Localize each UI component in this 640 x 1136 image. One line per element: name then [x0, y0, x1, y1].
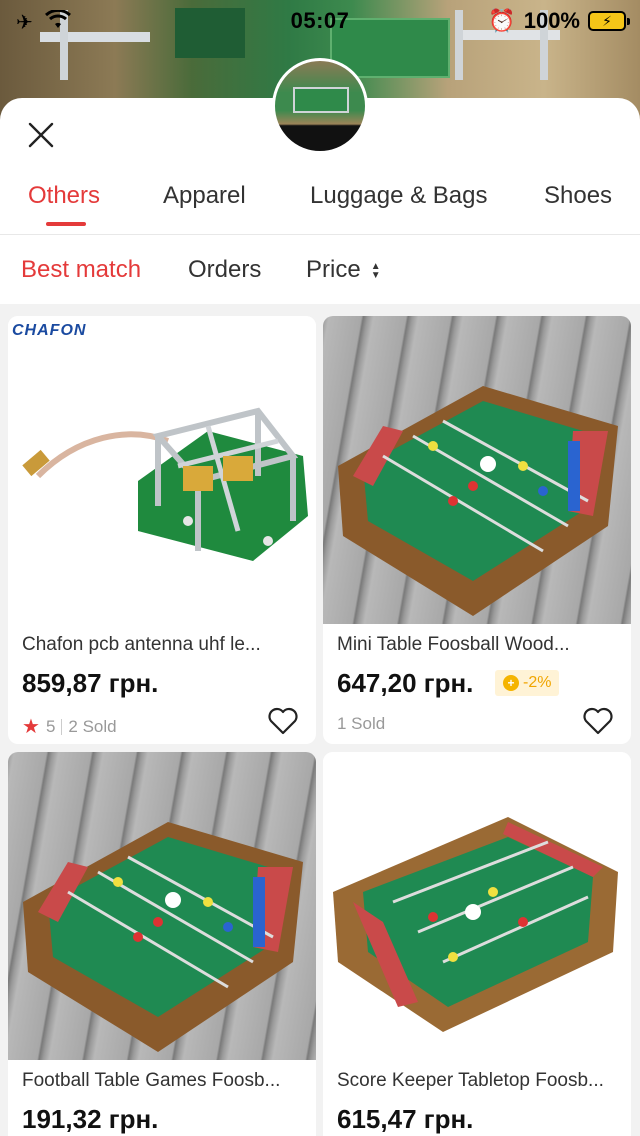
discount-value: -2% — [523, 674, 552, 691]
battery-icon: ⚡ — [588, 11, 630, 31]
product-image: CHAFON — [8, 316, 316, 624]
product-title: Score Keeper Tabletop Foosb... — [337, 1070, 604, 1091]
product-card[interactable]: Score Keeper Tabletop Foosb... 615,47 гр… — [323, 752, 631, 1136]
product-image — [323, 316, 631, 624]
discount-badge: + -2% — [495, 670, 560, 696]
sort-price-label: Price — [306, 256, 361, 283]
heart-icon[interactable] — [581, 704, 615, 738]
sort-orders[interactable]: Orders — [188, 256, 261, 284]
product-card[interactable]: CHAFON Chafon pcb antenna uhf le... 859,… — [8, 316, 316, 744]
product-image — [323, 752, 631, 1060]
tab-shoes[interactable]: Shoes — [544, 182, 612, 210]
category-tabs: Others Apparel Luggage & Bags Shoes — [0, 176, 640, 234]
battery-percent: 100% — [523, 8, 580, 33]
product-sold: 1 Sold — [337, 714, 386, 733]
heart-icon[interactable] — [266, 704, 300, 738]
close-icon — [28, 122, 54, 148]
product-sold: 2 Sold — [68, 716, 117, 736]
product-card[interactable]: Mini Table Foosball Wood... 647,20 грн. … — [323, 316, 631, 744]
brand-logo: CHAFON — [12, 322, 87, 339]
product-image — [8, 752, 316, 1060]
tab-others[interactable]: Others — [28, 182, 100, 210]
tab-luggage-bags[interactable]: Luggage & Bags — [310, 182, 487, 210]
sort-price[interactable]: Price ▲ ▼ — [306, 256, 381, 284]
product-price: 647,20 грн. — [337, 668, 474, 698]
separator — [61, 718, 63, 735]
product-title: Mini Table Foosball Wood... — [337, 634, 570, 655]
search-image-thumbnail[interactable] — [272, 58, 368, 154]
coin-icon: + — [503, 675, 519, 691]
product-price: 615,47 грн. — [337, 1104, 474, 1134]
product-title: Chafon pcb antenna uhf le... — [22, 634, 261, 655]
divider — [0, 234, 640, 235]
product-meta: ★ 5 2 Sold — [22, 714, 117, 739]
product-price: 859,87 грн. — [22, 668, 159, 698]
active-tab-indicator — [46, 222, 86, 226]
sort-arrows-icon: ▲ ▼ — [370, 260, 381, 281]
sort-best-match[interactable]: Best match — [21, 256, 141, 284]
alarm-icon: ⏰ — [488, 8, 516, 33]
star-icon: ★ — [22, 716, 40, 738]
product-price: 191,32 грн. — [22, 1104, 159, 1134]
product-title: Football Table Games Foosb... — [22, 1070, 281, 1091]
close-button[interactable] — [24, 118, 58, 152]
status-bar: ✈ 05:07 ⏰ 100% ⚡ — [0, 0, 640, 42]
product-card[interactable]: Football Table Games Foosb... 191,32 грн… — [8, 752, 316, 1136]
product-rating: 5 — [45, 716, 56, 736]
sort-bar: Best match Orders Price ▲ ▼ — [0, 250, 640, 290]
tab-apparel[interactable]: Apparel — [163, 182, 246, 210]
product-meta: 1 Sold — [337, 714, 385, 734]
